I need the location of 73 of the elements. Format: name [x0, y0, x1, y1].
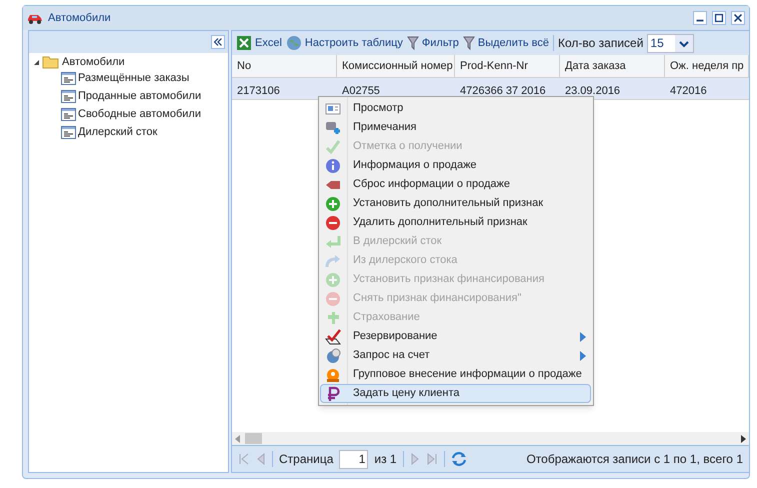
spreadsheet-icon [236, 35, 252, 51]
ruble-icon [325, 386, 341, 402]
expander-icon[interactable] [33, 58, 40, 66]
collapse-icon[interactable] [211, 35, 225, 49]
page-size-label: Кол-во записей [558, 35, 644, 52]
list-icon [61, 126, 76, 138]
page-count: из 1 [374, 451, 397, 468]
minus-circle-icon [325, 290, 341, 306]
minus-circle-icon [325, 214, 341, 230]
checkmark-icon [325, 138, 341, 154]
horizontal-scrollbar[interactable] [232, 432, 749, 445]
toolbar-button[interactable]: Фильтр [406, 34, 459, 52]
close-icon[interactable] [731, 11, 745, 25]
menu-item[interactable]: Удалить дополнительный признак [320, 213, 591, 232]
page-input[interactable]: 1 [339, 450, 368, 468]
menu-item[interactable]: Установить дополнительный признак [320, 194, 591, 213]
plus-circle-icon [325, 196, 341, 212]
table-cell-text: 2173106 [237, 84, 280, 99]
table-row[interactable]: 2173106 A02755 4726366 37 2016 23.09.2016 472016 [232, 78, 749, 100]
tree-item[interactable]: Свободные автомобили [78, 106, 201, 122]
toolbar-button[interactable]: Выделить всё [462, 34, 550, 52]
tree-item[interactable]: Дилерский сток [78, 124, 158, 140]
puzzle-icon [325, 310, 341, 326]
table-cell-text: 23.09.2016 [565, 84, 620, 99]
list-icon [61, 72, 76, 84]
list-icon [61, 108, 76, 120]
last-page-icon[interactable] [426, 453, 438, 465]
car-icon [27, 12, 43, 24]
tree-item[interactable]: Проданные автомобили [78, 88, 202, 104]
column-header[interactable]: Ож. неделя пр [665, 55, 749, 77]
first-page-icon[interactable] [238, 453, 250, 465]
minimize-icon[interactable] [693, 11, 707, 25]
toolbar-button[interactable]: Excel [236, 34, 282, 52]
table-cell-text: 4726366 37 2016 [460, 84, 546, 99]
column-header[interactable]: Комиссионный номер [337, 55, 455, 77]
menu-item[interactable]: Запрос на счет [320, 346, 591, 365]
info-icon [325, 158, 341, 174]
scroll-right-icon[interactable] [740, 434, 746, 442]
column-header[interactable]: Prod-Kenn-Nr [455, 55, 560, 77]
table-cell-text: A02755 [342, 84, 380, 99]
refresh-icon[interactable] [450, 451, 467, 467]
menu-item[interactable]: Примечания [320, 118, 591, 137]
tree-item[interactable]: Автомобили [62, 54, 125, 70]
page-label: Страница [279, 451, 334, 468]
column-header[interactable]: Дата заказа [560, 55, 665, 77]
menu-item[interactable]: Сброс информации о продаже [320, 175, 591, 194]
table-cell-text: 472016 [670, 84, 707, 99]
card-icon [325, 100, 341, 116]
curved-arrow-icon [325, 252, 341, 268]
checkbox-icon [325, 328, 341, 344]
previous-page-icon[interactable] [256, 453, 266, 465]
toolbar-button[interactable]: Настроить таблицу [286, 34, 403, 52]
tree-item[interactable]: Размещённые заказы [78, 70, 190, 86]
scroll-left-icon[interactable] [235, 434, 241, 442]
window-title: Автомобили [48, 10, 111, 26]
return-arrow-icon [325, 234, 341, 250]
plus-circle-icon [325, 272, 341, 288]
records-summary: Отображаются записи с 1 по 1, всего 1 [526, 451, 743, 468]
list-icon [61, 90, 76, 102]
column-header[interactable]: No [232, 55, 337, 77]
folder-icon [42, 55, 60, 69]
menu-item[interactable]: Групповое внесение информации о продаже [320, 365, 591, 384]
comment-plus-icon [325, 120, 341, 136]
menu-item[interactable]: Информация о продаже [320, 156, 591, 175]
menu-item[interactable]: Просмотр [320, 99, 591, 118]
funnel-icon [462, 35, 475, 51]
page-size-dropdown[interactable]: 15 [647, 34, 694, 52]
maximize-icon[interactable] [712, 11, 726, 25]
funnel-icon [406, 35, 419, 51]
menu-item[interactable]: Резервирование [320, 327, 591, 346]
scroll-thumb[interactable] [245, 433, 262, 444]
menu-item[interactable]: Задать цену клиента [320, 384, 591, 403]
next-page-icon[interactable] [410, 453, 420, 465]
